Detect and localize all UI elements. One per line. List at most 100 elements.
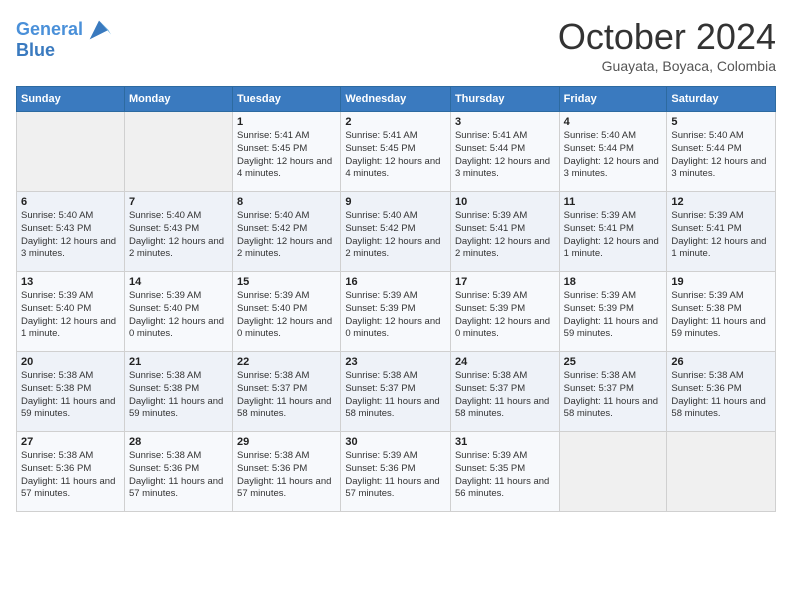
day-number: 25 [564, 356, 663, 368]
week-row-1: 1 Sunrise: 5:41 AM Sunset: 5:45 PM Daylig… [17, 112, 776, 192]
day-cell: 27Sunrise: 5:38 AM Sunset: 5:36 PM Dayli… [17, 432, 125, 512]
day-cell [124, 112, 232, 192]
day-cell [17, 112, 125, 192]
day-number: 22 [237, 356, 336, 368]
week-row-4: 20 Sunrise: 5:38 AM Sunset: 5:38 PM Dayli… [17, 352, 776, 432]
day-info: Sunrise: 5:41 AM Sunset: 5:44 PM Dayligh… [455, 130, 555, 181]
location: Guayata, Boyaca, Colombia [558, 58, 776, 74]
day-number: 8 [237, 196, 336, 208]
day-cell: 31 Sunrise: 5:39 AM Sunset: 5:35 PM Dayli… [450, 432, 559, 512]
day-number: 5 [671, 116, 771, 128]
day-number: 28 [129, 436, 228, 448]
logo: General Blue [16, 16, 113, 61]
day-number: 19 [671, 276, 771, 288]
day-info: Sunrise: 5:38 AM Sunset: 5:38 PM Dayligh… [129, 370, 228, 421]
day-number: 16 [345, 276, 446, 288]
day-number: 21 [129, 356, 228, 368]
day-cell: 17Sunrise: 5:39 AM Sunset: 5:39 PM Dayli… [450, 272, 559, 352]
day-cell: 22Sunrise: 5:38 AM Sunset: 5:37 PM Dayli… [233, 352, 341, 432]
day-info: Sunrise: 5:38 AM Sunset: 5:37 PM Dayligh… [564, 370, 663, 421]
header-saturday: Saturday [667, 87, 776, 112]
day-info: Sunrise: 5:38 AM Sunset: 5:36 PM Dayligh… [237, 450, 336, 501]
day-number: 20 [21, 356, 120, 368]
week-row-3: 13 Sunrise: 5:39 AM Sunset: 5:40 PM Dayli… [17, 272, 776, 352]
day-cell: 11Sunrise: 5:39 AM Sunset: 5:41 PM Dayli… [559, 192, 667, 272]
day-info: Sunrise: 5:39 AM Sunset: 5:40 PM Dayligh… [237, 290, 336, 341]
day-cell [667, 432, 776, 512]
day-number: 10 [455, 196, 555, 208]
day-info: Sunrise: 5:38 AM Sunset: 5:37 PM Dayligh… [455, 370, 555, 421]
day-number: 29 [237, 436, 336, 448]
header-sunday: Sunday [17, 87, 125, 112]
day-cell: 30Sunrise: 5:39 AM Sunset: 5:36 PM Dayli… [341, 432, 451, 512]
day-cell: 1 Sunrise: 5:41 AM Sunset: 5:45 PM Daylig… [233, 112, 341, 192]
day-info: Sunrise: 5:39 AM Sunset: 5:41 PM Dayligh… [455, 210, 555, 261]
day-info: Sunrise: 5:38 AM Sunset: 5:36 PM Dayligh… [129, 450, 228, 501]
day-cell: 20Sunrise: 5:38 AM Sunset: 5:38 PM Dayli… [17, 352, 125, 432]
day-number: 3 [455, 116, 555, 128]
day-cell: 14Sunrise: 5:39 AM Sunset: 5:40 PM Dayli… [124, 272, 232, 352]
day-cell: 16 Sunrise: 5:39 AM Sunset: 5:39 PM Dayli… [341, 272, 451, 352]
day-info: Sunrise: 5:39 AM Sunset: 5:35 PM Dayligh… [455, 450, 555, 501]
day-info: Sunrise: 5:41 AM Sunset: 5:45 PM Dayligh… [237, 130, 336, 181]
day-number: 27 [21, 436, 120, 448]
day-number: 15 [237, 276, 336, 288]
page-header: General Blue October 2024 Guayata, Boyac… [16, 16, 776, 74]
day-cell: 6Sunrise: 5:40 AM Sunset: 5:43 PM Daylig… [17, 192, 125, 272]
logo-blue: Blue [16, 40, 55, 61]
calendar-body: 1 Sunrise: 5:41 AM Sunset: 5:45 PM Daylig… [17, 112, 776, 512]
day-info: Sunrise: 5:39 AM Sunset: 5:36 PM Dayligh… [345, 450, 446, 501]
calendar-table: SundayMondayTuesdayWednesdayThursdayFrid… [16, 86, 776, 512]
day-cell: 7Sunrise: 5:40 AM Sunset: 5:43 PM Daylig… [124, 192, 232, 272]
day-number: 9 [345, 196, 446, 208]
day-info: Sunrise: 5:39 AM Sunset: 5:41 PM Dayligh… [671, 210, 771, 261]
day-cell: 12Sunrise: 5:39 AM Sunset: 5:41 PM Dayli… [667, 192, 776, 272]
day-cell: 8 Sunrise: 5:40 AM Sunset: 5:42 PM Daylig… [233, 192, 341, 272]
day-cell: 4Sunrise: 5:40 AM Sunset: 5:44 PM Daylig… [559, 112, 667, 192]
calendar-header-row: SundayMondayTuesdayWednesdayThursdayFrid… [17, 87, 776, 112]
day-cell: 2 Sunrise: 5:41 AM Sunset: 5:45 PM Daylig… [341, 112, 451, 192]
day-number: 1 [237, 116, 336, 128]
day-cell: 9 Sunrise: 5:40 AM Sunset: 5:42 PM Daylig… [341, 192, 451, 272]
day-cell: 23Sunrise: 5:38 AM Sunset: 5:37 PM Dayli… [341, 352, 451, 432]
day-info: Sunrise: 5:39 AM Sunset: 5:39 PM Dayligh… [455, 290, 555, 341]
day-number: 2 [345, 116, 446, 128]
day-info: Sunrise: 5:38 AM Sunset: 5:36 PM Dayligh… [671, 370, 771, 421]
title-block: October 2024 Guayata, Boyaca, Colombia [558, 16, 776, 74]
day-number: 7 [129, 196, 228, 208]
day-cell [559, 432, 667, 512]
day-cell: 3 Sunrise: 5:41 AM Sunset: 5:44 PM Daylig… [450, 112, 559, 192]
day-info: Sunrise: 5:40 AM Sunset: 5:44 PM Dayligh… [671, 130, 771, 181]
day-number: 31 [455, 436, 555, 448]
logo-icon [85, 16, 113, 44]
day-number: 26 [671, 356, 771, 368]
day-number: 24 [455, 356, 555, 368]
day-info: Sunrise: 5:40 AM Sunset: 5:44 PM Dayligh… [564, 130, 663, 181]
day-info: Sunrise: 5:39 AM Sunset: 5:40 PM Dayligh… [21, 290, 120, 341]
day-cell: 5 Sunrise: 5:40 AM Sunset: 5:44 PM Daylig… [667, 112, 776, 192]
day-number: 18 [564, 276, 663, 288]
day-cell: 21 Sunrise: 5:38 AM Sunset: 5:38 PM Dayli… [124, 352, 232, 432]
day-info: Sunrise: 5:39 AM Sunset: 5:38 PM Dayligh… [671, 290, 771, 341]
day-info: Sunrise: 5:41 AM Sunset: 5:45 PM Dayligh… [345, 130, 446, 181]
day-info: Sunrise: 5:40 AM Sunset: 5:42 PM Dayligh… [237, 210, 336, 261]
day-cell: 19 Sunrise: 5:39 AM Sunset: 5:38 PM Dayli… [667, 272, 776, 352]
day-cell: 10 Sunrise: 5:39 AM Sunset: 5:41 PM Dayli… [450, 192, 559, 272]
day-number: 11 [564, 196, 663, 208]
header-thursday: Thursday [450, 87, 559, 112]
day-cell: 26 Sunrise: 5:38 AM Sunset: 5:36 PM Dayli… [667, 352, 776, 432]
day-cell: 28 Sunrise: 5:38 AM Sunset: 5:36 PM Dayli… [124, 432, 232, 512]
day-cell: 18 Sunrise: 5:39 AM Sunset: 5:39 PM Dayli… [559, 272, 667, 352]
day-info: Sunrise: 5:39 AM Sunset: 5:39 PM Dayligh… [345, 290, 446, 341]
day-info: Sunrise: 5:40 AM Sunset: 5:42 PM Dayligh… [345, 210, 446, 261]
day-info: Sunrise: 5:40 AM Sunset: 5:43 PM Dayligh… [21, 210, 120, 261]
header-tuesday: Tuesday [233, 87, 341, 112]
day-info: Sunrise: 5:39 AM Sunset: 5:39 PM Dayligh… [564, 290, 663, 341]
day-number: 14 [129, 276, 228, 288]
day-number: 13 [21, 276, 120, 288]
day-cell: 13 Sunrise: 5:39 AM Sunset: 5:40 PM Dayli… [17, 272, 125, 352]
day-cell: 15 Sunrise: 5:39 AM Sunset: 5:40 PM Dayli… [233, 272, 341, 352]
header-wednesday: Wednesday [341, 87, 451, 112]
day-cell: 24 Sunrise: 5:38 AM Sunset: 5:37 PM Dayli… [450, 352, 559, 432]
day-info: Sunrise: 5:38 AM Sunset: 5:37 PM Dayligh… [345, 370, 446, 421]
